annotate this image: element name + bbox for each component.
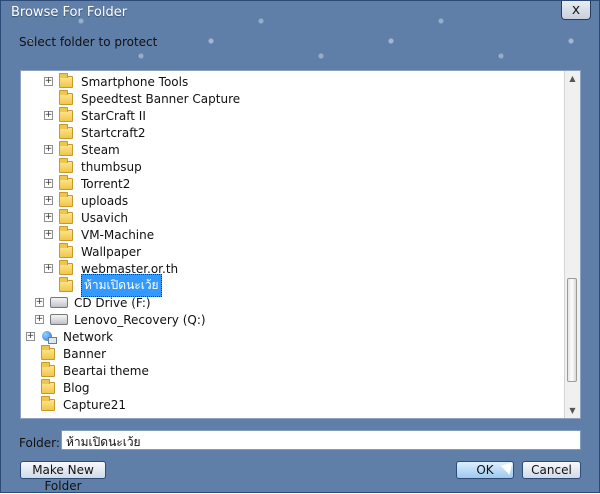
scroll-up-icon: ▲ bbox=[569, 74, 576, 83]
tree-item-label: Torrent2 bbox=[81, 176, 131, 191]
scroll-down-icon: ▼ bbox=[569, 406, 576, 415]
tree-item-label: VM-Machine bbox=[81, 227, 155, 242]
tree-item-label: Wallpaper bbox=[81, 244, 142, 259]
folder-label: Folder: bbox=[19, 436, 60, 450]
tree-row[interactable]: Startcraft2 bbox=[21, 123, 565, 141]
folder-icon bbox=[59, 89, 73, 105]
expand-icon[interactable]: + bbox=[44, 179, 53, 188]
folder-tree[interactable]: + Smartphone Tools Speedtest Banner Captur… bbox=[20, 70, 581, 419]
expand-icon[interactable]: + bbox=[44, 145, 53, 154]
expand-icon[interactable]: + bbox=[35, 298, 44, 307]
tree-row[interactable]: + VM-Machine bbox=[21, 225, 565, 243]
tree-item-label: uploads bbox=[81, 193, 129, 208]
folder-icon bbox=[59, 157, 73, 173]
folder-icon bbox=[59, 259, 73, 275]
tree-item-label: Lenovo_Recovery (Q:) bbox=[74, 312, 206, 327]
expand-icon[interactable]: + bbox=[44, 264, 53, 273]
scroll-down-button[interactable]: ▼ bbox=[565, 403, 580, 418]
tree-row[interactable]: ห้ามเปิดนะเว้ย bbox=[21, 274, 565, 297]
folder-icon bbox=[59, 123, 73, 139]
drive-icon bbox=[50, 297, 68, 308]
folder-icon bbox=[59, 276, 73, 292]
tree-row[interactable]: thumbsup bbox=[21, 157, 565, 175]
tree-item-label: CD Drive (F:) bbox=[74, 295, 151, 310]
close-button[interactable]: x bbox=[561, 1, 591, 20]
tree-row[interactable]: + Smartphone Tools bbox=[21, 72, 565, 90]
expand-icon[interactable]: + bbox=[44, 77, 53, 86]
network-icon bbox=[41, 330, 57, 344]
drive-icon bbox=[50, 314, 68, 325]
scroll-up-button[interactable]: ▲ bbox=[565, 71, 580, 86]
tree-item-label: Usavich bbox=[81, 210, 129, 225]
folder-icon bbox=[59, 72, 73, 88]
folder-icon bbox=[59, 208, 73, 224]
dialog-title: Browse For Folder bbox=[11, 5, 128, 20]
folder-icon bbox=[41, 361, 55, 377]
scroll-thumb[interactable] bbox=[567, 278, 577, 382]
expand-icon[interactable]: + bbox=[44, 213, 53, 222]
expand-icon[interactable]: + bbox=[44, 111, 53, 120]
folder-icon bbox=[59, 106, 73, 122]
folder-icon bbox=[41, 395, 55, 411]
tree-item-label: StarCraft II bbox=[81, 108, 146, 123]
instruction-text: Select folder to protect bbox=[19, 35, 158, 49]
folder-icon bbox=[59, 242, 73, 258]
tree-row[interactable]: Banner bbox=[21, 344, 565, 362]
browse-for-folder-dialog: Browse For Folder x Select folder to pro… bbox=[0, 0, 600, 493]
folder-icon bbox=[59, 174, 73, 190]
expand-icon[interactable]: + bbox=[44, 230, 53, 239]
tree-row[interactable]: + Torrent2 bbox=[21, 174, 565, 192]
folder-icon bbox=[59, 225, 73, 241]
tree-item-label: Smartphone Tools bbox=[81, 74, 189, 89]
tree-row[interactable]: + Lenovo_Recovery (Q:) bbox=[21, 311, 565, 328]
folder-icon bbox=[41, 344, 55, 360]
cancel-button[interactable]: Cancel bbox=[522, 461, 581, 479]
folder-input[interactable]: ห้ามเปิดนะเว้ย bbox=[61, 430, 581, 450]
tree-item-label: Steam bbox=[81, 142, 120, 157]
tree-item-label: Capture21 bbox=[63, 397, 126, 412]
expand-icon[interactable]: + bbox=[26, 332, 35, 341]
tree-item-label: Startcraft2 bbox=[81, 125, 146, 140]
tree-row[interactable]: Wallpaper bbox=[21, 242, 565, 260]
make-new-folder-button[interactable]: Make New Folder bbox=[20, 461, 106, 493]
vertical-scrollbar[interactable]: ▲ ▼ bbox=[564, 71, 580, 418]
tree-row[interactable]: + Network bbox=[21, 328, 565, 345]
tree-item-label: Beartai theme bbox=[63, 363, 149, 378]
tree-row[interactable]: + StarCraft II bbox=[21, 106, 565, 124]
tree-item-label: Blog bbox=[63, 380, 90, 395]
tree-item-label: thumbsup bbox=[81, 159, 142, 174]
folder-icon bbox=[41, 378, 55, 394]
tree-row[interactable]: + Usavich bbox=[21, 208, 565, 226]
expand-icon[interactable]: + bbox=[35, 315, 44, 324]
tree-row[interactable]: Speedtest Banner Capture bbox=[21, 89, 565, 107]
tree-item-label: Banner bbox=[63, 346, 107, 361]
tree-row[interactable]: Blog bbox=[21, 378, 565, 396]
tree-item-label: Speedtest Banner Capture bbox=[81, 91, 241, 106]
folder-icon bbox=[59, 140, 73, 156]
tree-row[interactable]: Capture21 bbox=[21, 395, 565, 413]
tree-item-label: Network bbox=[63, 329, 114, 344]
tree-row[interactable]: + uploads bbox=[21, 191, 565, 209]
folder-icon bbox=[59, 191, 73, 207]
folder-tree-items: + Smartphone Tools Speedtest Banner Captur… bbox=[21, 72, 565, 413]
tree-row[interactable]: + CD Drive (F:) bbox=[21, 294, 565, 311]
close-icon: x bbox=[571, 2, 581, 18]
tree-row[interactable]: Beartai theme bbox=[21, 361, 565, 379]
tree-row[interactable]: + Steam bbox=[21, 140, 565, 158]
expand-icon[interactable]: + bbox=[44, 196, 53, 205]
